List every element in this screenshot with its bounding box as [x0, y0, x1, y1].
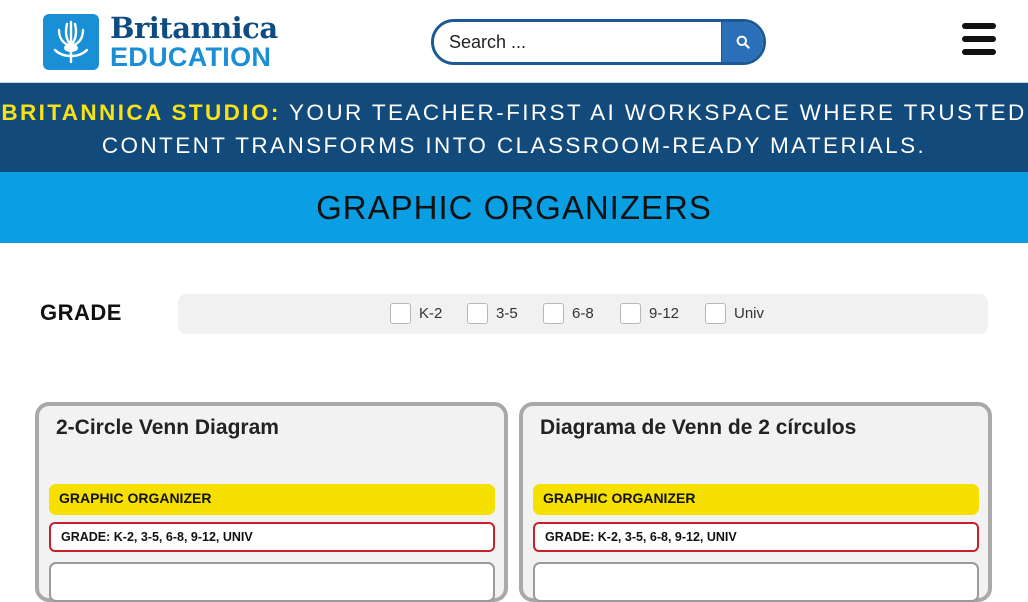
grade-checkbox-3-5[interactable]: [467, 303, 488, 324]
grade-checkbox-k2[interactable]: [390, 303, 411, 324]
search-button[interactable]: [721, 22, 763, 62]
menu-bar-line: [962, 36, 996, 42]
grade-option-label: K-2: [419, 305, 443, 322]
grade-option-label: 9-12: [649, 305, 680, 322]
menu-bar-line: [962, 23, 996, 29]
hamburger-menu-icon[interactable]: [962, 23, 996, 55]
card-grade-tag: GRADE: K-2, 3-5, 6-8, 9-12, UNIV: [533, 522, 979, 552]
card-title[interactable]: 2-Circle Venn Diagram: [56, 416, 279, 440]
grade-option-6-8[interactable]: 6-8: [543, 303, 594, 324]
card-grade-tag: GRADE: K-2, 3-5, 6-8, 9-12, UNIV: [49, 522, 495, 552]
grade-filter-bar: K-2 3-5 6-8 9-12 Univ: [178, 294, 988, 334]
search-bar: [431, 19, 766, 65]
studio-promo-banner[interactable]: BRITANNICA STUDIO: YOUR TEACHER-FIRST AI…: [0, 83, 1028, 172]
resource-card[interactable]: Diagrama de Venn de 2 círculos GRAPHIC O…: [519, 402, 992, 602]
grade-checkbox-univ[interactable]: [705, 303, 726, 324]
card-preview-box: [533, 562, 979, 602]
resource-card[interactable]: 2-Circle Venn Diagram GRAPHIC ORGANIZER …: [35, 402, 508, 602]
grade-option-univ[interactable]: Univ: [705, 303, 764, 324]
banner-highlight: BRITANNICA STUDIO:: [1, 100, 281, 125]
page-title: GRAPHIC ORGANIZERS: [316, 188, 712, 226]
grade-option-label: 6-8: [572, 305, 594, 322]
page-title-band: GRAPHIC ORGANIZERS: [0, 172, 1028, 243]
grade-option-9-12[interactable]: 9-12: [620, 303, 679, 324]
search-input[interactable]: [434, 22, 721, 62]
grade-checkbox-9-12[interactable]: [620, 303, 641, 324]
card-type-tag: GRAPHIC ORGANIZER: [49, 484, 495, 515]
card-type-tag: GRAPHIC ORGANIZER: [533, 484, 979, 515]
britannica-thistle-logo-icon: [43, 14, 99, 70]
card-preview-box: [49, 562, 495, 602]
logo-wordmark-education: EDUCATION: [110, 41, 272, 72]
britannica-education-logo[interactable]: Britannica EDUCATION: [43, 10, 278, 72]
grade-option-label: Univ: [734, 305, 765, 322]
grade-checkbox-6-8[interactable]: [543, 303, 564, 324]
card-title[interactable]: Diagrama de Venn de 2 círculos: [540, 416, 856, 440]
site-header: Britannica EDUCATION: [0, 0, 1028, 83]
banner-text: BRITANNICA STUDIO: YOUR TEACHER-FIRST AI…: [0, 96, 1028, 162]
grade-option-label: 3-5: [496, 305, 518, 322]
menu-bar-line: [962, 49, 996, 55]
logo-wordmark-britannica: Britannica: [110, 10, 278, 45]
search-icon: [736, 35, 750, 49]
grade-option-k2[interactable]: K-2: [390, 303, 442, 324]
grade-filter-label: GRADE: [40, 300, 122, 325]
grade-option-3-5[interactable]: 3-5: [467, 303, 518, 324]
